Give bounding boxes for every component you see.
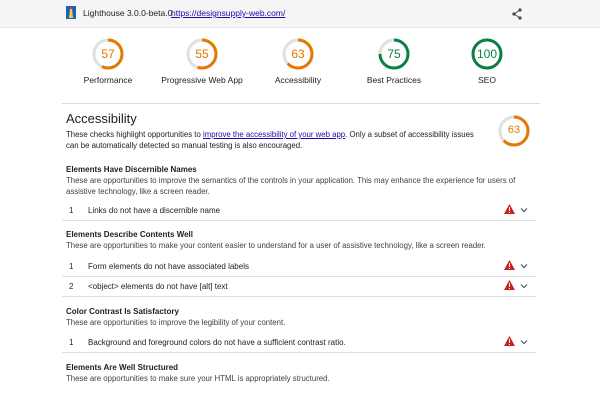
- audit-index: 1: [69, 206, 74, 215]
- gauge-label: SEO: [478, 75, 496, 85]
- audit-index: 1: [69, 262, 74, 271]
- audit-row[interactable]: 2 <object> elements do not have [alt] te…: [62, 276, 536, 297]
- warning-icon: [504, 204, 515, 214]
- section-desc-text: These checks highlight opportunities to: [66, 130, 203, 139]
- chevron-down-icon[interactable]: [519, 337, 529, 347]
- chevron-down-icon[interactable]: [519, 205, 529, 215]
- section-score-gauge: 63: [497, 114, 531, 148]
- audit-title: <object> elements do not have [alt] text: [88, 282, 228, 291]
- group-description: These are opportunities to improve the l…: [66, 318, 286, 327]
- audit-title: Links do not have a discernible name: [88, 206, 221, 215]
- group-description: These are opportunities to make sure you…: [66, 374, 330, 383]
- gauge-score: 63: [291, 47, 305, 61]
- gauge-label: Progressive Web App: [161, 75, 243, 85]
- gauge-score: 55: [195, 47, 209, 61]
- top-bar: Lighthouse 3.0.0-beta.0 https://designsu…: [0, 0, 600, 28]
- accessibility-docs-link[interactable]: improve the accessibility of your web ap…: [203, 130, 345, 139]
- share-icon[interactable]: [508, 6, 526, 22]
- audit-title: Form elements do not have associated lab…: [88, 262, 249, 271]
- audit-index: 1: [69, 338, 74, 347]
- gauge-label: Accessibility: [274, 75, 322, 85]
- lighthouse-version: Lighthouse 3.0.0-beta.0: [83, 8, 173, 18]
- gauge-score: 100: [476, 47, 498, 61]
- group-title: Color Contrast Is Satisfactory: [66, 307, 179, 316]
- section-title: Accessibility: [66, 111, 137, 126]
- warning-icon: [504, 336, 515, 346]
- audit-row[interactable]: 1 Links do not have a discernible name: [62, 200, 536, 221]
- report-url-link[interactable]: https://designsupply-web.com/: [171, 8, 285, 18]
- audit-title: Background and foreground colors do not …: [88, 338, 346, 347]
- audit-index: 2: [69, 282, 74, 291]
- score-gauges: 57 Performance 55 Progressive Web App 63…: [62, 27, 540, 99]
- chevron-down-icon[interactable]: [519, 281, 529, 291]
- group-description: These are opportunities to make your con…: [66, 241, 486, 250]
- group-title: Elements Have Discernible Names: [66, 165, 197, 174]
- warning-icon: [504, 260, 515, 270]
- group-description: These are opportunities to improve the s…: [66, 176, 516, 196]
- chevron-down-icon[interactable]: [519, 261, 529, 271]
- divider: [62, 103, 540, 104]
- section-score: 63: [507, 124, 521, 136]
- audit-row[interactable]: 1 Form elements do not have associated l…: [62, 256, 536, 277]
- group-title: Elements Describe Contents Well: [66, 230, 193, 239]
- section-description: These checks highlight opportunities to …: [66, 129, 486, 151]
- lighthouse-logo-icon: [66, 6, 76, 19]
- warning-icon: [504, 280, 515, 290]
- audit-row[interactable]: 1 Background and foreground colors do no…: [62, 332, 536, 353]
- group-title: Elements Are Well Structured: [66, 363, 179, 372]
